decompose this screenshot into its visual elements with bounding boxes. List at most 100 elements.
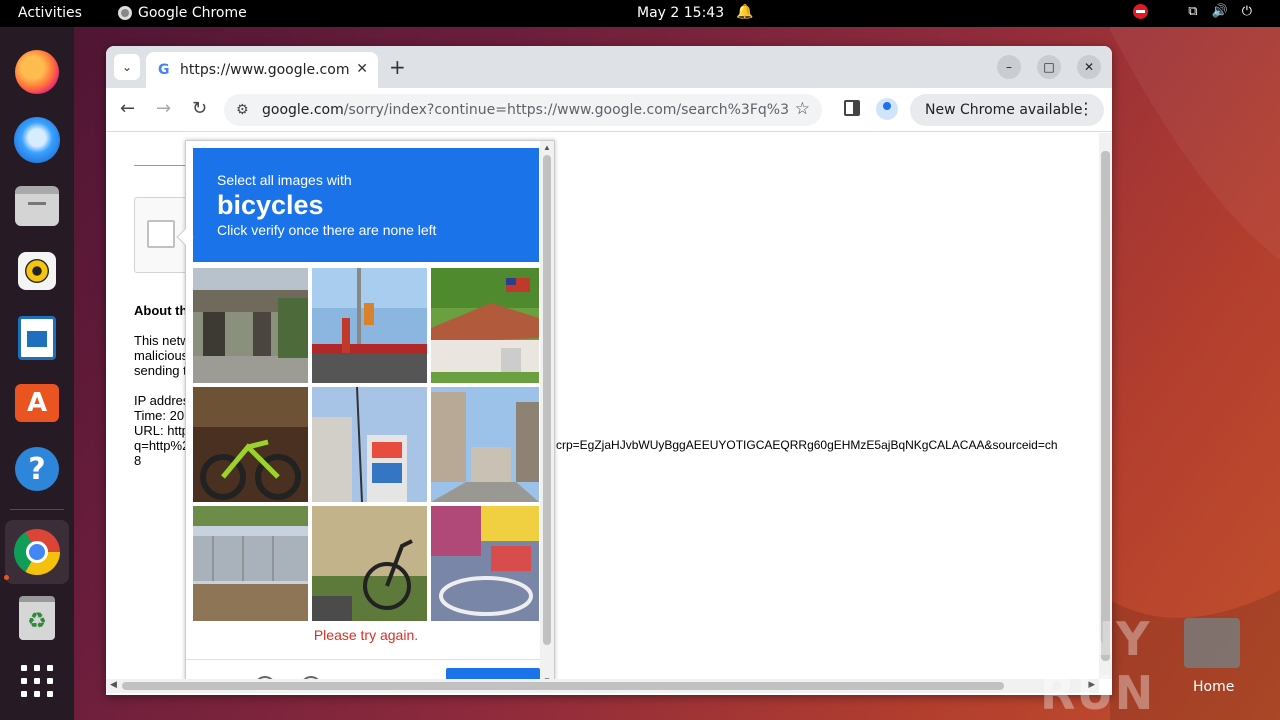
challenge-header: Select all images with bicycles Click ve…	[193, 148, 539, 262]
tile-image	[312, 506, 427, 621]
tile-image	[193, 268, 308, 383]
ip-line: IP addres	[134, 393, 190, 408]
verify-button[interactable]	[446, 668, 540, 679]
url-tail: crp=EgZjaHJvbWUyBggAEEUYOTIGCAEQRRg60gEH…	[556, 438, 1058, 452]
time-line: Time: 20	[134, 408, 185, 423]
anyrun-watermark: ANY RUN	[1040, 612, 1155, 720]
captcha-tile[interactable]	[431, 506, 539, 621]
maximize-button[interactable]: □	[1037, 55, 1061, 79]
tile-image	[431, 268, 539, 383]
captcha-tile[interactable]	[312, 506, 427, 621]
para-line: sending t	[134, 363, 187, 378]
challenge-grid	[193, 268, 539, 621]
tab-search-button[interactable]: ⌄	[114, 54, 140, 80]
challenge-subtext: Click verify once there are none left	[217, 222, 437, 238]
challenge-footer	[186, 659, 540, 679]
tab-title: https://www.google.com	[180, 62, 350, 78]
captcha-tile[interactable]	[431, 387, 539, 502]
captcha-tile[interactable]	[312, 268, 427, 383]
error-message: Please try again.	[313, 627, 419, 643]
files-icon	[15, 186, 59, 226]
dock-writer[interactable]	[13, 314, 61, 362]
para-line: This netw	[134, 333, 190, 348]
recaptcha-checkbox[interactable]	[147, 220, 175, 248]
top-bar: Activities Google Chrome May 2 15:43 🔔 ⧉…	[0, 0, 1280, 27]
dock-firefox[interactable]	[13, 48, 61, 96]
clock[interactable]: May 2 15:43	[637, 5, 724, 21]
show-apps-button[interactable]	[13, 657, 61, 705]
profile-avatar-icon[interactable]	[876, 98, 898, 120]
tile-image	[312, 387, 427, 502]
do-not-disturb-icon	[1133, 4, 1149, 19]
new-tab-button[interactable]: +	[389, 55, 406, 79]
app-name: Google Chrome	[138, 5, 247, 21]
dock-thunderbird[interactable]	[13, 116, 61, 164]
reload-icon[interactable]: ↻	[192, 98, 207, 119]
page-content: About th This netw malicious sending t I…	[106, 133, 1099, 679]
address-bar[interactable]: ⚙ google.com/sorry/index?continue=https:…	[224, 94, 822, 126]
url-path: /sorry/index?continue=https://www.google…	[343, 102, 788, 118]
captcha-tile[interactable]	[431, 268, 539, 383]
app-menu[interactable]: Google Chrome	[118, 5, 247, 21]
page-vertical-scrollbar[interactable]	[1099, 133, 1112, 679]
tab-google[interactable]: G https://www.google.com ✕	[146, 52, 378, 88]
para-line: malicious	[134, 348, 189, 363]
popup-scroll-thumb[interactable]	[543, 155, 551, 645]
scroll-left-icon[interactable]: ◀	[110, 680, 117, 690]
trash-icon: ♻	[19, 596, 55, 640]
minimize-button[interactable]: –	[997, 55, 1021, 79]
home-label: Home	[1193, 679, 1235, 695]
page-hscroll-thumb[interactable]	[122, 682, 1004, 690]
close-window-button[interactable]: ✕	[1077, 55, 1101, 79]
dock-help[interactable]: ?	[13, 445, 61, 493]
site-info-icon[interactable]: ⚙	[236, 102, 262, 118]
power-icon: ⏻	[1241, 4, 1252, 19]
about-heading: About th	[134, 303, 188, 318]
toolbar: ← → ↻ ⚙ google.com/sorry/index?continue=…	[106, 88, 1112, 132]
tile-image	[193, 387, 308, 502]
home-folder-icon[interactable]	[1184, 618, 1240, 668]
thunderbird-icon	[14, 117, 60, 163]
captcha-tile[interactable]	[312, 387, 427, 502]
url-line: q=http%2	[134, 438, 190, 453]
captcha-tile[interactable]	[193, 268, 308, 383]
captcha-tile[interactable]	[193, 387, 308, 502]
captcha-tile[interactable]	[193, 506, 308, 621]
chrome-window: ⌄ G https://www.google.com ✕ + – □ ✕ ← →…	[106, 46, 1112, 695]
dock-chrome[interactable]	[5, 520, 69, 584]
new-chrome-available-button[interactable]: New Chrome available ⋮	[910, 94, 1104, 126]
challenge-instruction: Select all images with	[217, 172, 352, 188]
tab-strip: ⌄ G https://www.google.com ✕ + – □ ✕	[106, 46, 1112, 88]
dock-trash[interactable]: ♻	[13, 594, 61, 642]
url-line: URL: http	[134, 423, 189, 438]
page-horizontal-scrollbar[interactable]: ◀ ▶	[106, 679, 1099, 693]
app-center-icon: A	[15, 384, 59, 422]
bell-icon[interactable]: 🔔	[736, 4, 753, 20]
forward-icon[interactable]: →	[156, 98, 171, 119]
dock-files[interactable]	[13, 182, 61, 230]
libreoffice-writer-icon	[18, 316, 56, 360]
popup-scrollbar[interactable]: ▲ ▼	[540, 141, 554, 679]
tile-image	[431, 506, 539, 621]
new-chrome-label: New Chrome available	[925, 102, 1083, 118]
url-text[interactable]: google.com/sorry/index?continue=https://…	[262, 102, 788, 118]
challenge-target: bicycles	[217, 190, 324, 220]
system-tray[interactable]: ⧉ 🔊 ⏻	[1133, 4, 1252, 19]
dock: A ? ♻	[0, 27, 74, 720]
back-icon[interactable]: ←	[120, 98, 135, 119]
page-scroll-thumb[interactable]	[1101, 151, 1110, 661]
dock-app-center[interactable]: A	[13, 379, 61, 427]
side-panel-icon[interactable]	[844, 100, 860, 116]
dock-separator	[10, 509, 64, 510]
bookmark-star-icon[interactable]: ☆	[795, 99, 810, 119]
kebab-menu-icon: ⋮	[1078, 99, 1094, 118]
tab-close-icon[interactable]: ✕	[356, 61, 368, 77]
tile-image	[312, 268, 427, 383]
activities-button[interactable]: Activities	[18, 5, 82, 21]
scroll-up-icon[interactable]: ▲	[543, 143, 551, 152]
chrome-icon	[118, 6, 132, 20]
network-icon: ⧉	[1188, 4, 1198, 19]
dock-rhythmbox[interactable]	[13, 247, 61, 295]
help-icon: ?	[15, 447, 59, 491]
active-indicator	[4, 575, 9, 580]
